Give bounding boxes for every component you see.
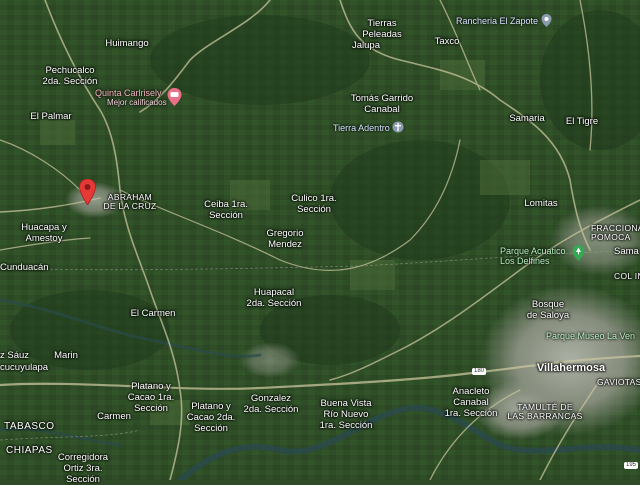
place-carmen[interactable]: Carmen — [97, 411, 131, 422]
place-pin-icon — [541, 14, 552, 27]
place-bosque-de-saloya[interactable]: Bosque de Saloya — [527, 299, 569, 321]
place-taxco[interactable]: Taxco — [435, 36, 460, 47]
place-gonzalez-2da[interactable]: Gonzalez 2da. Sección — [244, 393, 299, 415]
location-marker-icon[interactable] — [79, 179, 96, 205]
place-tierras-peleadas[interactable]: Tierras Peleadas — [362, 18, 402, 40]
park-icon[interactable] — [572, 245, 585, 261]
poi-parque-museo-la-venta[interactable]: Parque Museo La Ven — [546, 331, 635, 341]
place-huacapa-y-amestoy[interactable]: Huacapa y Amestoy — [21, 222, 66, 244]
place-cunduacan[interactable]: Cunduacán — [0, 262, 49, 273]
place-sauz[interactable]: z Sáuz — [0, 350, 29, 361]
place-samaria[interactable]: Samaria — [509, 113, 544, 124]
place-platano-cacao-1ra[interactable]: Platano y Cacao 1ra. Sección — [128, 381, 174, 414]
highway-195-badge: 195 — [624, 462, 639, 469]
place-gregorio-mendez[interactable]: Gregorio Mendez — [267, 228, 304, 250]
place-abraham-de-la-cruz[interactable]: ABRAHAM DE LA CRUZ — [103, 193, 156, 211]
place-el-tigre[interactable]: El Tigre — [566, 116, 598, 127]
place-corregidora-ortiz[interactable]: Corregidora Ortiz 3ra. Sección — [58, 452, 108, 485]
poi-tierra-adentro[interactable]: Tierra Adentro — [333, 121, 404, 133]
place-pechucalco[interactable]: Pechucalco 2da. Sección — [43, 65, 98, 87]
place-fraccionamiento-pomoca[interactable]: FRACCIONAMIEN POMOCA — [591, 224, 640, 242]
poi-parque-acuatico[interactable]: Parque Acuatico Los Delfines — [500, 246, 566, 266]
church-icon — [392, 121, 404, 133]
state-chiapas: CHIAPAS — [6, 445, 53, 456]
poi-rancheria-el-zapote[interactable]: Rancheria El Zapote — [456, 14, 552, 27]
place-huimango[interactable]: Huimango — [105, 38, 148, 49]
place-col-in[interactable]: COL IN — [614, 272, 640, 281]
place-jalupa[interactable]: Jalupa — [352, 40, 380, 51]
place-villahermosa[interactable]: Villahermosa — [537, 363, 605, 374]
poi-quinta-carlrisely[interactable]: Quinta Carlrisely Mejor calificados — [95, 88, 167, 108]
place-ceiba[interactable]: Ceiba 1ra. Sección — [204, 199, 248, 221]
highway-180-badge: 180 — [472, 368, 487, 375]
place-el-carmen[interactable]: El Carmen — [131, 308, 176, 319]
place-gaviotas[interactable]: GAVIOTAS — [597, 378, 640, 387]
place-anacleto-canabal[interactable]: Anacleto Canabal 1ra. Sección — [445, 386, 498, 419]
place-huapacal[interactable]: Huapacal 2da. Sección — [247, 287, 302, 309]
place-culico[interactable]: Culico 1ra. Sección — [291, 193, 336, 215]
place-marin[interactable]: Marin — [54, 350, 78, 361]
place-tamulte-de-las-barrancas[interactable]: TAMULTÉ DE LAS BARRANCAS — [507, 403, 582, 421]
place-lomitas[interactable]: Lomitas — [524, 198, 557, 209]
place-buena-vista-rio-nuevo[interactable]: Buena Vista Río Nuevo 1ra. Sección — [320, 398, 373, 431]
place-el-palmar[interactable]: El Palmar — [30, 111, 71, 122]
place-platano-cacao-2da[interactable]: Platano y Cacao 2da. Sección — [187, 401, 236, 434]
hotel-icon[interactable] — [167, 88, 182, 106]
place-cucuyulapa[interactable]: cucuyulapa — [0, 362, 48, 373]
state-tabasco: TABASCO — [4, 421, 55, 432]
place-tomas-garrido[interactable]: Tomás Garrido Canabal — [351, 93, 413, 115]
place-sama[interactable]: Sama — [614, 246, 639, 257]
